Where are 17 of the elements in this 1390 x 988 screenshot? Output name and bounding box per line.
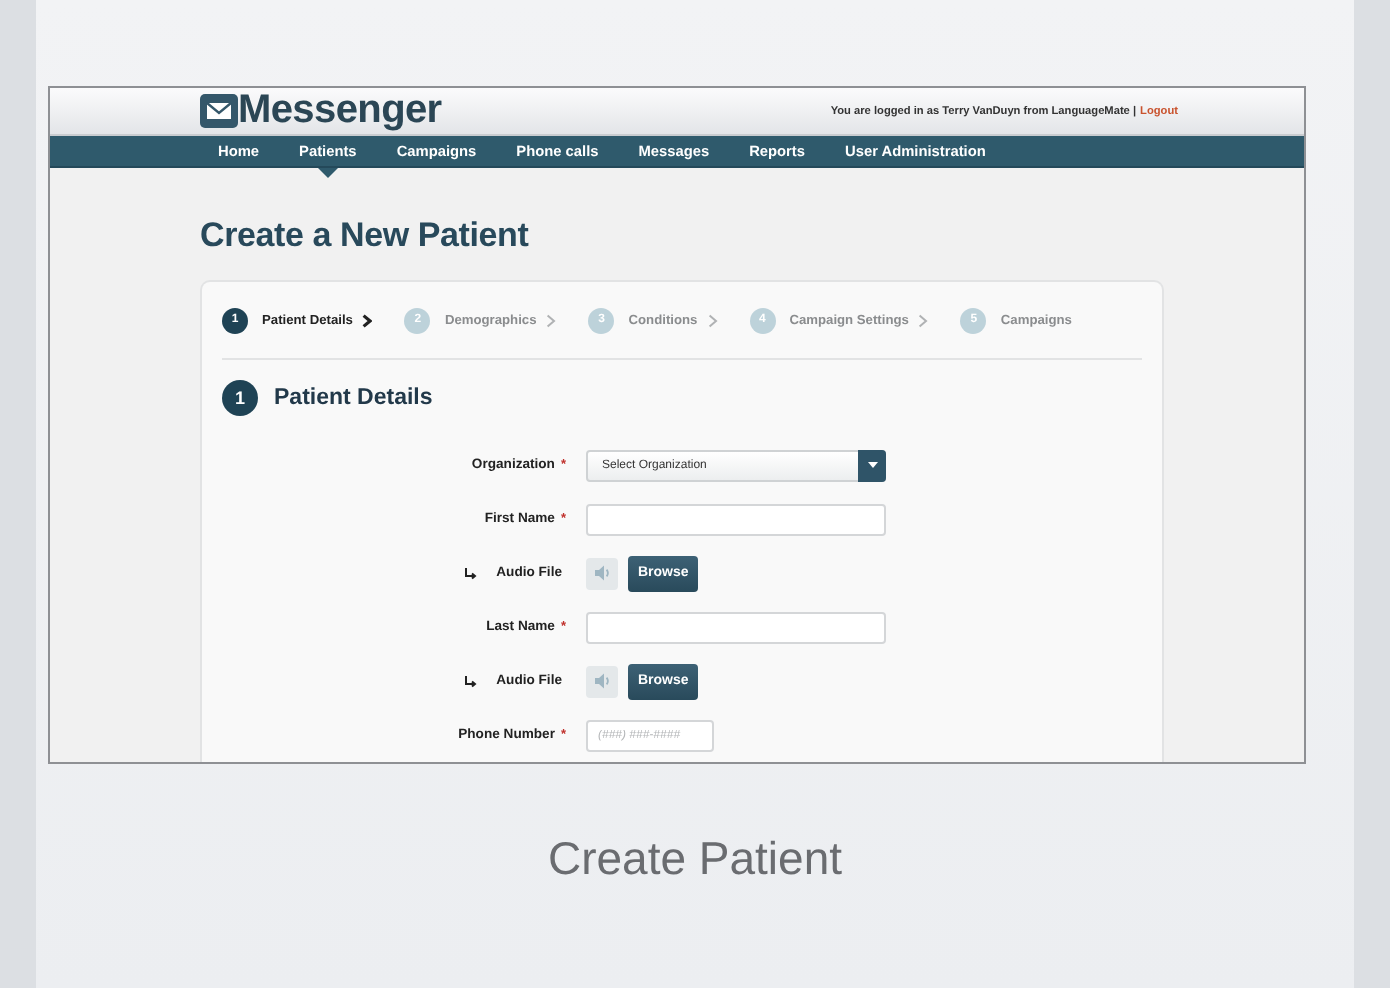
- speaker-icon[interactable]: [593, 564, 611, 582]
- page-title: Create a New Patient: [200, 216, 531, 256]
- input-field[interactable]: [586, 611, 886, 643]
- corner-arrow-icon: [464, 567, 479, 579]
- caret-icon: [867, 462, 877, 468]
- envelope-icon: [200, 94, 238, 128]
- slide-caption: Create Patient: [545, 832, 845, 886]
- app-logo[interactable]: Messenger: [238, 88, 442, 134]
- chevron-icon: [918, 313, 929, 327]
- chevron-icon: [362, 313, 373, 327]
- section-heading: Patient Details: [274, 386, 433, 410]
- speaker-icon[interactable]: [593, 672, 611, 690]
- chevron-icon: [546, 313, 557, 327]
- corner-arrow-icon: [464, 675, 479, 687]
- input-field[interactable]: [586, 503, 886, 535]
- section-number: 1: [222, 380, 258, 416]
- chevron-icon: [707, 313, 718, 327]
